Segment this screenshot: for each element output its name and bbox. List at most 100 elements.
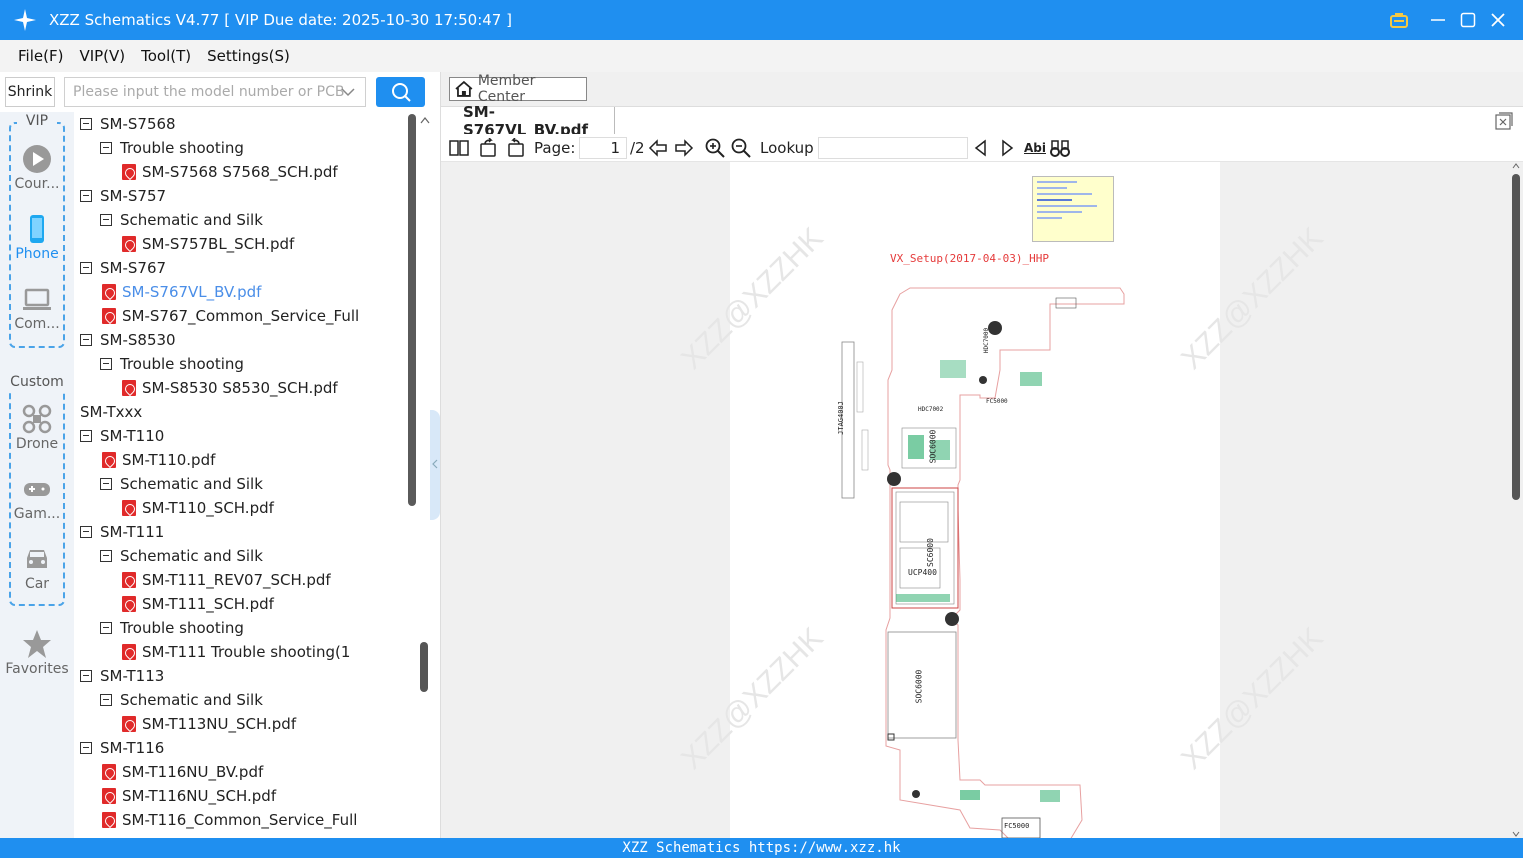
search-button[interactable] [376, 77, 425, 107]
tree-file-item[interactable]: SM-T110_SCH.pdf [122, 496, 274, 520]
collapse-toggle-icon[interactable] [100, 622, 112, 634]
tree-folder-item[interactable]: SM-T111 [80, 520, 164, 544]
tree-folder-item[interactable]: Trouble shooting [100, 136, 244, 160]
previous-page-icon[interactable] [648, 138, 668, 158]
tree-scroll-thumb[interactable] [408, 114, 416, 506]
tree-file-item[interactable]: SM-T116_Common_Service_Full [102, 808, 357, 832]
scroll-up-icon[interactable] [1512, 162, 1520, 170]
menu-settings[interactable]: Settings(S) [207, 47, 290, 65]
tree-folder-item[interactable]: Schematic and Silk [100, 688, 263, 712]
pdf-file-icon [122, 380, 136, 396]
scroll-up-icon[interactable] [420, 116, 430, 124]
rotate-right-icon[interactable] [505, 138, 525, 158]
shrink-button[interactable]: Shrink [5, 77, 55, 107]
find-next-icon[interactable] [999, 138, 1015, 158]
model-search-input[interactable]: Please input the model number or PCB [64, 77, 366, 107]
minimize-button[interactable] [1428, 8, 1448, 32]
close-button[interactable] [1488, 8, 1508, 32]
viewer-scrollbar[interactable] [1509, 162, 1523, 838]
find-previous-icon[interactable] [973, 138, 989, 158]
collapse-toggle-icon[interactable] [100, 358, 112, 370]
viewer-scroll-thumb[interactable] [1512, 174, 1520, 500]
chevron-down-icon[interactable] [341, 86, 355, 98]
tree-file-item[interactable]: SM-S767VL_BV.pdf [102, 280, 261, 304]
collapse-toggle-icon[interactable] [80, 742, 92, 754]
tree-file-item[interactable]: SM-S8530 S8530_SCH.pdf [122, 376, 338, 400]
tree-item-label: SM-S757BL_SCH.pdf [142, 235, 295, 253]
tree-folder-item[interactable]: Trouble shooting [100, 616, 244, 640]
tree-folder-item[interactable]: SM-S8530 [80, 328, 176, 352]
watermark: XZZ@XZZHK [675, 221, 830, 376]
menu-vip[interactable]: VIP(V) [79, 47, 125, 65]
tree-folder-item[interactable]: SM-T116 [80, 736, 164, 760]
tree-item-label: Schematic and Silk [120, 475, 263, 493]
tree-folder-item[interactable]: SM-T113 [80, 664, 164, 688]
tree-file-item[interactable]: SM-T116NU_BV.pdf [102, 760, 263, 784]
collapse-toggle-icon[interactable] [100, 214, 112, 226]
tree-folder-item[interactable]: SM-T110 [80, 424, 164, 448]
collapse-toggle-icon[interactable] [100, 694, 112, 706]
tree-file-item[interactable]: SM-T111_REV07_SCH.pdf [122, 568, 331, 592]
category-drone[interactable]: Drone [0, 404, 74, 452]
maximize-button[interactable] [1458, 8, 1478, 32]
category-game[interactable]: Gam... [0, 474, 74, 522]
tree-folder-item[interactable]: SM-Txxx [74, 400, 142, 424]
category-phone[interactable]: Phone [0, 214, 74, 262]
vip-bag-icon[interactable] [1388, 8, 1410, 32]
tree-file-item[interactable]: SM-S757BL_SCH.pdf [122, 232, 294, 256]
tree-item-label: SM-T110_SCH.pdf [142, 499, 274, 517]
whole-word-icon[interactable] [1049, 138, 1071, 158]
page-number-input[interactable]: 1 [579, 137, 627, 159]
tab-document[interactable]: SM-S767VL_BV.pdf [441, 103, 615, 139]
tree-item-label: Trouble shooting [120, 619, 244, 637]
watermark: XZZ@XZZHK [675, 621, 830, 776]
tree-item-label: SM-S8530 S8530_SCH.pdf [142, 379, 338, 397]
menu-file[interactable]: File(F) [18, 47, 63, 65]
category-computer[interactable]: Com... [0, 284, 74, 332]
match-case-icon[interactable]: Abi [1024, 138, 1046, 158]
member-center-button[interactable]: Member Center [449, 73, 587, 105]
category-favorites[interactable]: Favorites [0, 629, 74, 677]
tree-file-item[interactable]: SM-T116NU_SCH.pdf [102, 784, 276, 808]
rotate-left-icon[interactable] [479, 138, 499, 158]
collapse-toggle-icon[interactable] [100, 550, 112, 562]
close-tab-icon[interactable] [1495, 112, 1513, 130]
collapse-toggle-icon[interactable] [100, 142, 112, 154]
tree-file-item[interactable]: SM-S7568 S7568_SCH.pdf [122, 160, 338, 184]
next-page-icon[interactable] [674, 138, 694, 158]
zoom-out-icon[interactable] [731, 138, 751, 158]
collapse-toggle-icon[interactable] [80, 430, 92, 442]
collapse-toggle-icon[interactable] [80, 670, 92, 682]
tree-folder-item[interactable]: Schematic and Silk [100, 544, 263, 568]
collapse-toggle-icon[interactable] [100, 478, 112, 490]
collapse-toggle-icon[interactable] [80, 262, 92, 274]
tree-folder-item[interactable]: Schematic and Silk [100, 472, 263, 496]
tree-folder-item[interactable]: Trouble shooting [100, 352, 244, 376]
collapse-toggle-icon[interactable] [80, 190, 92, 202]
category-car[interactable]: Car [0, 544, 74, 592]
pdf-file-icon [122, 572, 136, 588]
tree-file-item[interactable]: SM-T113NU_SCH.pdf [122, 712, 296, 736]
tree-folder-item[interactable]: Schematic and Silk [100, 208, 263, 232]
collapse-toggle-icon[interactable] [80, 334, 92, 346]
tree-scrollbar[interactable] [408, 112, 418, 838]
secondary-scroll-thumb[interactable] [420, 642, 428, 692]
tree-file-item[interactable]: SM-T110.pdf [102, 448, 215, 472]
menu-tool[interactable]: Tool(T) [141, 47, 191, 65]
collapse-toggle-icon[interactable] [80, 526, 92, 538]
collapse-panel-handle[interactable] [430, 410, 440, 520]
lookup-input[interactable] [818, 137, 968, 159]
tree-file-item[interactable]: SM-T111_SCH.pdf [122, 592, 274, 616]
dual-page-icon[interactable] [449, 138, 469, 158]
tree-folder-item[interactable]: SM-S767 [80, 256, 166, 280]
tree-folder-item[interactable]: SM-S757 [80, 184, 166, 208]
category-courses[interactable]: Cour... [0, 144, 74, 192]
tree-folder-item[interactable]: SM-S7568 [80, 112, 176, 136]
zoom-in-icon[interactable] [705, 138, 725, 158]
viewer-toolbar: Page: 1 /2 Lookup Abi [441, 134, 1523, 162]
tree-file-item[interactable]: SM-T111 Trouble shooting(1 [122, 640, 350, 664]
scroll-down-icon[interactable] [1512, 830, 1520, 838]
collapse-toggle-icon[interactable] [80, 118, 92, 130]
tree-file-item[interactable]: SM-S767_Common_Service_Full [102, 304, 359, 328]
pdf-viewer[interactable]: XZZ@XZZHK XZZ@XZZHK XZZ@XZZHK XZZ@XZZHK … [441, 162, 1523, 838]
